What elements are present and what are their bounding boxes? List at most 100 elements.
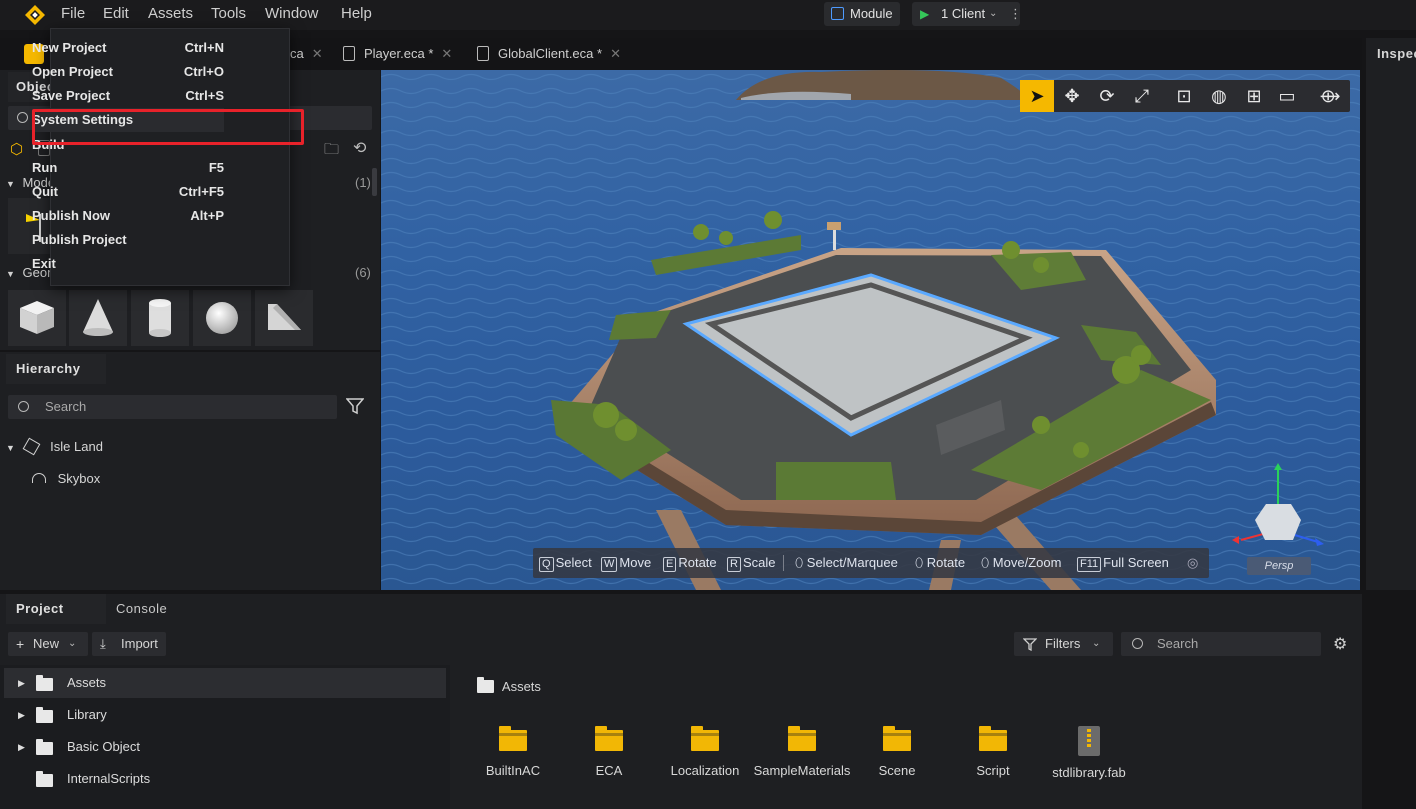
tree-item-basic-object[interactable]: ▶ Basic Object (4, 732, 446, 762)
tab-globalclient-eca[interactable]: GlobalClient.eca * ✕ (477, 38, 621, 70)
shortcut-hint-bar: Q Select W Move E Rotate R Scale ⬯ Select/Ma… (533, 548, 1209, 578)
play-icon: ▶ (920, 7, 930, 21)
menu-file[interactable]: File (59, 0, 87, 28)
geometry-cylinder[interactable] (131, 290, 189, 346)
asset-folder-localization[interactable]: Localization (655, 726, 755, 778)
objects-scrollbar[interactable] (372, 168, 377, 196)
menu-edit[interactable]: Edit (101, 0, 131, 28)
client-run-button[interactable]: ▶ 1 Client ⌄ ⋮ (912, 2, 1022, 26)
snap-icon[interactable]: ⊡ (1167, 80, 1201, 112)
hierarchy-item-isle-land[interactable]: ▼ Isle Land (6, 437, 103, 457)
asset-folder-samplematerials[interactable]: SampleMaterials (751, 726, 853, 778)
asset-folder-scene[interactable]: Scene (847, 726, 947, 778)
menu-item-quit[interactable]: Quit Ctrl+F5 (32, 180, 224, 204)
import-icon: ⤓ (100, 636, 106, 651)
asset-file-stdlibrary[interactable]: stdlibrary.fab (1039, 726, 1139, 780)
import-button[interactable]: ⤓ Import (92, 632, 166, 656)
menu-window[interactable]: Window (263, 0, 320, 28)
rotate-tool-icon[interactable]: ⟳ (1090, 80, 1124, 112)
script-file-icon (477, 46, 489, 61)
models-count: (1) (355, 175, 371, 190)
geometry-wedge[interactable] (255, 290, 313, 346)
breadcrumb[interactable]: Assets (477, 677, 541, 696)
hint-mouse-rotate: ⬯ Rotate (915, 555, 966, 570)
cylinder-icon (149, 299, 171, 337)
tree-item-assets[interactable]: ▶ Assets (4, 668, 446, 698)
geometry-count: (6) (355, 265, 371, 280)
folder-icon (595, 726, 623, 751)
menu-item-publish-now[interactable]: Publish Now Alt+P (32, 204, 224, 228)
module-button[interactable]: Module (824, 2, 900, 26)
plus-icon: + (16, 636, 25, 652)
sphere-icon (206, 302, 238, 334)
folder-icon (36, 771, 53, 787)
new-button[interactable]: + New ⌄ (8, 632, 88, 656)
persp-toggle[interactable]: Persp (1247, 557, 1311, 575)
menu-item-exit[interactable]: Exit (32, 252, 224, 276)
tab-hierarchy[interactable]: Hierarchy (6, 354, 106, 384)
tab-player-eca[interactable]: Player.eca * ✕ (343, 38, 452, 70)
filter-icon[interactable] (346, 397, 364, 415)
caret-down-icon: ▼ (6, 269, 15, 279)
folder-icon (36, 707, 53, 723)
move-tool-icon[interactable]: ✥ (1055, 80, 1089, 112)
close-icon[interactable]: ✕ (610, 46, 621, 61)
tab-console[interactable]: Console (116, 594, 167, 624)
cube-outline-icon (22, 437, 40, 456)
scale-tool-icon[interactable]: ⤢ (1125, 80, 1159, 112)
asset-folder-script[interactable]: Script (943, 726, 1043, 778)
tab-inspector[interactable]: Inspec (1377, 46, 1416, 61)
select-tool-icon[interactable]: ➤ (1020, 80, 1054, 112)
filters-dropdown[interactable]: Filters ⌄ (1014, 632, 1113, 656)
hierarchy-item-skybox[interactable]: Skybox (32, 469, 100, 489)
geometry-sphere[interactable] (193, 290, 251, 346)
axis-options-icon[interactable]: ⟴ (1310, 80, 1350, 112)
caret-down-icon: ▼ (6, 443, 15, 453)
mouse-icon: ⬯ (981, 555, 993, 570)
tree-item-library[interactable]: ▶ Library (4, 700, 446, 730)
menu-item-run[interactable]: Run F5 (32, 156, 224, 180)
tab-project[interactable]: Project (6, 594, 106, 624)
folder-icon (36, 675, 53, 691)
geometry-cube[interactable] (8, 290, 66, 346)
hint-move: W Move (601, 548, 651, 578)
menu-item-open-project[interactable]: Open Project Ctrl+O (32, 60, 224, 84)
script-file-icon (343, 46, 355, 61)
models-category-icon[interactable]: ⬡ (10, 140, 26, 158)
project-search-input[interactable]: Search (1121, 632, 1321, 656)
tree-item-internalscripts[interactable]: InternalScripts (4, 764, 446, 794)
camera-icon[interactable]: ▭ (1270, 80, 1304, 112)
hierarchy-search-input[interactable]: Search (8, 395, 337, 419)
menu-item-publish-project[interactable]: Publish Project (32, 228, 224, 252)
tab-main-eca[interactable]: ca ✕ (290, 38, 323, 70)
asset-folder-builtinac[interactable]: BuiltInAC (463, 726, 563, 778)
mouse-icon: ⬯ (795, 555, 807, 570)
menu-item-save-project[interactable]: Save Project Ctrl+S (32, 84, 224, 104)
menu-item-new-project[interactable]: New Project Ctrl+N (32, 36, 224, 60)
grid-icon[interactable]: ⊞ (1237, 80, 1271, 112)
folder-icon (788, 726, 816, 751)
geometry-cone[interactable] (69, 290, 127, 346)
globe-icon[interactable]: ◍ (1202, 80, 1236, 112)
menu-help[interactable]: Help (339, 0, 374, 28)
hint-select: Q Select (539, 548, 592, 578)
more-icon: ⋮ (1009, 6, 1022, 21)
folder-add-icon[interactable]: 🗀 (324, 139, 339, 164)
edit-icon (831, 7, 844, 20)
app-logo-icon[interactable] (24, 4, 46, 26)
settings-gear-icon[interactable]: ⚙ (1333, 634, 1347, 654)
menu-assets[interactable]: Assets (146, 0, 195, 28)
history-icon[interactable]: ⟲ (353, 138, 366, 158)
search-icon (18, 401, 29, 412)
hint-select-marquee: ⬯ Select/Marquee (795, 555, 898, 570)
menu-tools[interactable]: Tools (209, 0, 248, 28)
chevron-down-icon: ⌄ (68, 638, 77, 649)
scene-viewport[interactable]: ➤ ✥ ⟳ ⤢ ⊡ ◍ ⊞ ▭ ⟴ Q Select W Move E Rotate … (381, 70, 1360, 590)
asset-folder-eca[interactable]: ECA (559, 726, 659, 778)
close-icon[interactable]: ✕ (441, 46, 452, 61)
settings-small-icon[interactable]: ◎ (1187, 548, 1198, 578)
folder-icon (36, 739, 53, 755)
close-icon[interactable]: ✕ (312, 46, 323, 61)
inspector-panel: Inspec (1366, 38, 1416, 590)
caret-right-icon: ▶ (18, 678, 25, 688)
